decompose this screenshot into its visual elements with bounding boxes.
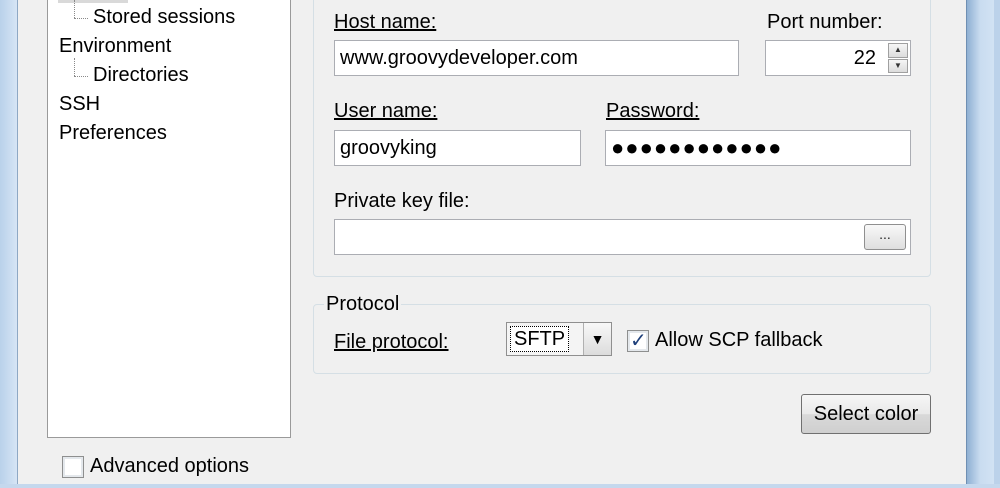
spin-buttons: ▲ ▼ bbox=[888, 43, 908, 73]
tree-connector-icon bbox=[74, 58, 75, 76]
tree-item-stored-sessions[interactable]: Stored sessions bbox=[93, 6, 235, 28]
advanced-options-label: Advanced options bbox=[90, 455, 250, 477]
dropdown-arrow-icon[interactable]: ▼ bbox=[583, 323, 611, 355]
allow-scp-fallback-label: Allow SCP fallback bbox=[655, 329, 823, 351]
tree-item-preferences[interactable]: Preferences bbox=[59, 122, 167, 144]
file-protocol-label: File protocol: bbox=[334, 331, 449, 353]
allow-scp-fallback-checkbox[interactable]: ✓ bbox=[627, 330, 649, 352]
tree-connector-icon bbox=[74, 18, 88, 19]
selected-tree-item-stub bbox=[58, 0, 128, 3]
tree-connector-icon bbox=[74, 0, 75, 18]
window-frame-right bbox=[966, 0, 1000, 488]
tree-item-environment[interactable]: Environment bbox=[59, 35, 171, 57]
protocol-legend: Protocol bbox=[324, 293, 402, 315]
host-name-label: Host name: bbox=[334, 11, 436, 33]
select-color-button[interactable]: Select color bbox=[801, 394, 931, 434]
advanced-options-checkbox[interactable] bbox=[62, 456, 84, 478]
private-key-input[interactable] bbox=[334, 219, 911, 255]
private-key-label: Private key file: bbox=[334, 190, 470, 212]
port-number-label: Port number: bbox=[767, 11, 883, 33]
window-frame-left bbox=[0, 0, 18, 488]
spin-down-icon[interactable]: ▼ bbox=[888, 58, 908, 73]
file-protocol-label-text: File protocol: bbox=[334, 331, 449, 353]
file-protocol-select[interactable]: SFTP ▼ bbox=[506, 322, 612, 356]
password-label-text: Password: bbox=[606, 100, 700, 122]
host-name-input[interactable]: www.groovydeveloper.com bbox=[334, 40, 739, 76]
checkmark-icon: ✓ bbox=[630, 330, 647, 352]
tree-item-directories[interactable]: Directories bbox=[93, 64, 189, 86]
port-number-spinner[interactable]: 22 ▲ ▼ bbox=[765, 40, 911, 76]
spin-up-icon[interactable]: ▲ bbox=[888, 43, 908, 58]
password-label: Password: bbox=[606, 100, 699, 122]
host-name-label-text: Host name: bbox=[334, 11, 437, 33]
user-name-label-text: User name: bbox=[334, 100, 438, 122]
user-name-label: User name: bbox=[334, 100, 437, 122]
browse-button[interactable]: ... bbox=[864, 224, 906, 250]
tree-connector-icon bbox=[74, 76, 88, 77]
password-input[interactable]: ●●●●●●●●●●●● bbox=[605, 130, 911, 166]
port-number-value: 22 bbox=[853, 47, 876, 69]
window-frame-bottom bbox=[0, 484, 1000, 488]
user-name-input[interactable]: groovyking bbox=[334, 130, 581, 166]
tree-item-ssh[interactable]: SSH bbox=[59, 93, 100, 115]
file-protocol-value: SFTP bbox=[510, 326, 570, 352]
